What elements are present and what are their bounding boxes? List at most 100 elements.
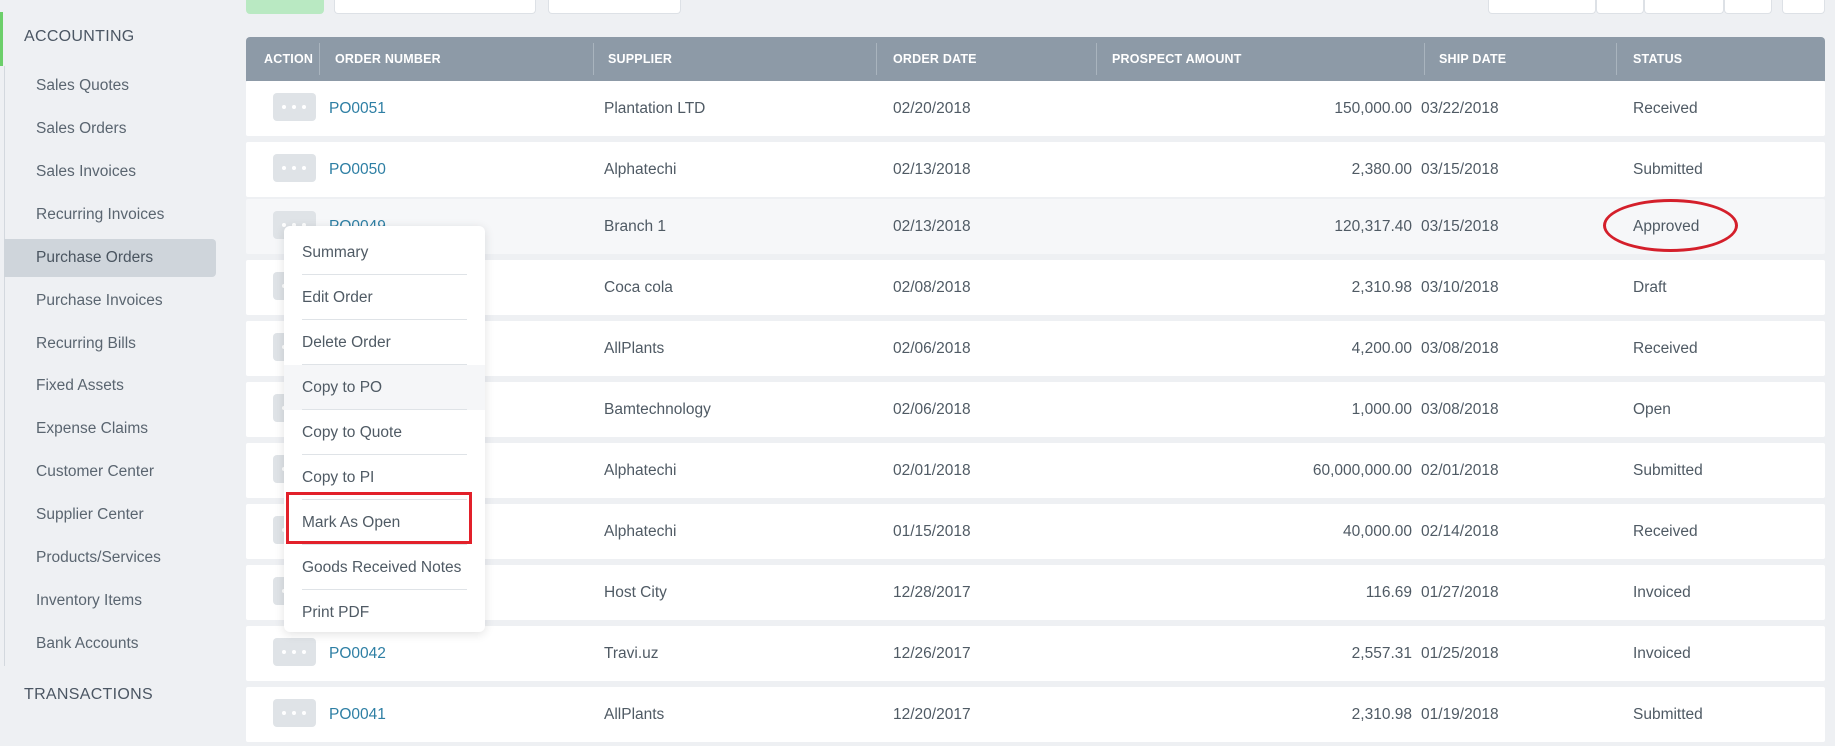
supplier-cell: Travi.uz — [604, 645, 659, 662]
table-row[interactable]: PO0041 AllPlants 12/20/2017 2,310.98 01/… — [246, 687, 1825, 742]
amount-cell: 2,380.00 — [1351, 161, 1412, 178]
order-date-cell: 12/28/2017 — [893, 584, 971, 601]
sidebar-item-recurring-bills[interactable]: Recurring Bills — [4, 325, 216, 363]
toolbar-button[interactable] — [1724, 0, 1772, 14]
amount-cell: 2,310.98 — [1351, 279, 1412, 296]
new-order-button[interactable] — [246, 0, 324, 14]
table-row[interactable]: PO0050 Alphatechi 02/13/2018 2,380.00 03… — [246, 142, 1825, 197]
menu-item-edit-order[interactable]: Edit Order — [284, 275, 485, 320]
supplier-cell: Coca cola — [604, 279, 673, 296]
supplier-cell: Bamtechnology — [604, 401, 711, 418]
ship-date-cell: 01/25/2018 — [1421, 645, 1499, 662]
supplier-cell: Branch 1 — [604, 218, 667, 235]
sidebar-item-products-services[interactable]: Products/Services — [4, 539, 216, 577]
status-cell: Draft — [1633, 279, 1667, 296]
sidebar-item-sales-quotes[interactable]: Sales Quotes — [4, 67, 216, 105]
annotation-highlight-ellipse — [1603, 199, 1738, 252]
column-header-order-date[interactable]: ORDER DATE — [893, 37, 977, 81]
order-date-cell: 02/20/2018 — [893, 100, 971, 117]
sidebar-section-transactions[interactable]: TRANSACTIONS — [24, 686, 153, 704]
supplier-cell: Plantation LTD — [604, 100, 706, 117]
sidebar-item-customer-center[interactable]: Customer Center — [4, 453, 216, 491]
supplier-cell: AllPlants — [604, 340, 665, 357]
sidebar-item-bank-accounts[interactable]: Bank Accounts — [4, 625, 216, 663]
sidebar-item-inventory-items[interactable]: Inventory Items — [4, 582, 216, 620]
menu-item-copy-to-po[interactable]: Copy to PO — [284, 365, 485, 410]
row-actions-button[interactable] — [273, 154, 316, 182]
column-header-action[interactable]: ACTION — [264, 37, 313, 81]
ship-date-cell: 01/27/2018 — [1421, 584, 1499, 601]
supplier-cell: Alphatechi — [604, 462, 677, 479]
column-header-supplier[interactable]: SUPPLIER — [608, 37, 672, 81]
amount-cell: 120,317.40 — [1334, 218, 1412, 235]
ship-date-cell: 03/08/2018 — [1421, 401, 1499, 418]
order-date-cell: 01/15/2018 — [893, 523, 971, 540]
amount-cell: 4,200.00 — [1351, 340, 1412, 357]
amount-cell: 150,000.00 — [1334, 100, 1412, 117]
annotation-highlight-box — [286, 492, 472, 544]
ship-date-cell: 02/14/2018 — [1421, 523, 1499, 540]
status-cell: Open — [1633, 401, 1671, 418]
column-divider — [319, 43, 320, 75]
sidebar-item-sales-orders[interactable]: Sales Orders — [4, 110, 216, 148]
column-divider — [1424, 43, 1425, 75]
search-input[interactable] — [334, 0, 536, 14]
sidebar-section-accounting[interactable]: ACCOUNTING — [24, 28, 135, 46]
toolbar-button[interactable] — [1782, 0, 1825, 14]
column-divider — [1096, 43, 1097, 75]
ship-date-cell: 03/15/2018 — [1421, 161, 1499, 178]
pagination-controls[interactable] — [548, 0, 681, 14]
sidebar-item-purchase-invoices[interactable]: Purchase Invoices — [4, 282, 216, 320]
menu-item-goods-received-notes[interactable]: Goods Received Notes — [284, 545, 485, 590]
menu-item-copy-to-quote[interactable]: Copy to Quote — [284, 410, 485, 455]
column-divider — [1616, 43, 1617, 75]
ship-date-cell: 02/01/2018 — [1421, 462, 1499, 479]
status-cell: Invoiced — [1633, 645, 1691, 662]
ship-date-cell: 01/19/2018 — [1421, 706, 1499, 723]
toolbar-button[interactable] — [1488, 0, 1596, 14]
order-date-cell: 02/08/2018 — [893, 279, 971, 296]
table-row[interactable]: PO0051 Plantation LTD 02/20/2018 150,000… — [246, 81, 1825, 136]
supplier-cell: Host City — [604, 584, 667, 601]
column-divider — [593, 43, 594, 75]
status-cell: Submitted — [1633, 161, 1703, 178]
sidebar-item-recurring-invoices[interactable]: Recurring Invoices — [4, 196, 216, 234]
order-date-cell: 02/06/2018 — [893, 340, 971, 357]
amount-cell: 40,000.00 — [1343, 523, 1412, 540]
ship-date-cell: 03/22/2018 — [1421, 100, 1499, 117]
supplier-cell: Alphatechi — [604, 523, 677, 540]
row-actions-button[interactable] — [273, 638, 316, 666]
column-header-ship-date[interactable]: SHIP DATE — [1439, 37, 1506, 81]
app-root: ACCOUNTING Sales Quotes Sales Orders Sal… — [0, 0, 1835, 746]
menu-item-print-pdf[interactable]: Print PDF — [284, 590, 485, 635]
menu-item-summary[interactable]: Summary — [284, 230, 485, 275]
row-actions-button[interactable] — [273, 93, 316, 121]
order-number-link[interactable]: PO0051 — [329, 81, 386, 136]
column-divider — [876, 43, 877, 75]
status-cell: Submitted — [1633, 706, 1703, 723]
supplier-cell: Alphatechi — [604, 161, 677, 178]
order-number-link[interactable]: PO0050 — [329, 142, 386, 197]
column-header-order-number[interactable]: ORDER NUMBER — [335, 37, 441, 81]
sidebar-item-sales-invoices[interactable]: Sales Invoices — [4, 153, 216, 191]
sidebar: ACCOUNTING Sales Quotes Sales Orders Sal… — [0, 0, 232, 746]
order-number-link[interactable]: PO0041 — [329, 687, 386, 742]
amount-cell: 1,000.00 — [1351, 401, 1412, 418]
order-date-cell: 02/13/2018 — [893, 218, 971, 235]
column-header-prospect-amount[interactable]: PROSPECT AMOUNT — [1112, 37, 1242, 81]
order-date-cell: 12/20/2017 — [893, 706, 971, 723]
toolbar-button[interactable] — [1596, 0, 1644, 14]
sidebar-item-expense-claims[interactable]: Expense Claims — [4, 410, 216, 448]
toolbar-button[interactable] — [1644, 0, 1724, 14]
supplier-cell: AllPlants — [604, 706, 665, 723]
sidebar-item-fixed-assets[interactable]: Fixed Assets — [4, 367, 216, 405]
column-header-status[interactable]: STATUS — [1633, 37, 1682, 81]
sidebar-item-purchase-orders[interactable]: Purchase Orders — [4, 239, 216, 277]
amount-cell: 60,000,000.00 — [1312, 462, 1412, 479]
row-actions-button[interactable] — [273, 699, 316, 727]
amount-cell: 116.69 — [1365, 584, 1412, 601]
menu-item-delete-order[interactable]: Delete Order — [284, 320, 485, 365]
status-cell: Invoiced — [1633, 584, 1691, 601]
sidebar-item-supplier-center[interactable]: Supplier Center — [4, 496, 216, 534]
order-date-cell: 02/13/2018 — [893, 161, 971, 178]
